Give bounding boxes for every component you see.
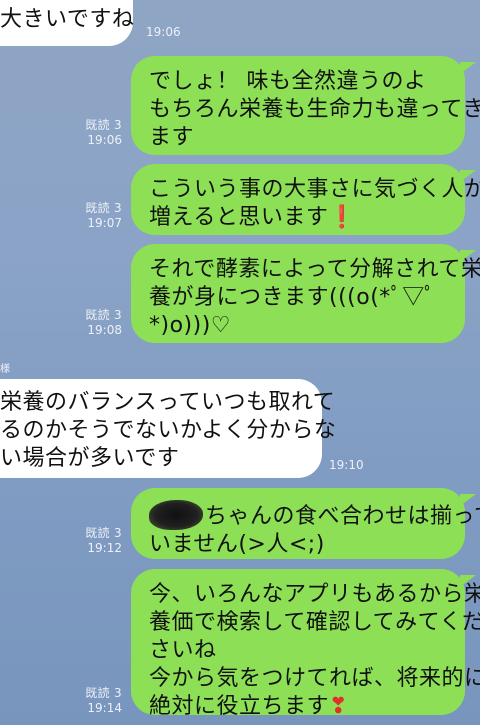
bubble-tail bbox=[460, 250, 476, 262]
read-receipt: 既読 3 bbox=[85, 118, 122, 132]
outgoing-message[interactable]: でしょ！ 味も全然違うのよ もちろん栄養も生命力も違ってき ます bbox=[131, 56, 480, 155]
exclamation-emoji-icon: ❗ bbox=[328, 205, 357, 230]
message-line: 栄養のバランスっていつも取れて bbox=[0, 390, 336, 415]
message-time: 19:10 bbox=[329, 458, 364, 472]
message-line: 絶対に役立ちます❣ bbox=[149, 694, 348, 719]
message-line: もちろん栄養も生命力も違ってき bbox=[149, 97, 480, 122]
bubble-tail bbox=[460, 62, 476, 74]
bubble-tail bbox=[460, 170, 476, 182]
message-line: こういう事の大事さに気づく人が bbox=[149, 177, 480, 202]
message-meta: 既読 3 19:12 bbox=[78, 526, 122, 556]
message-time: 19:14 bbox=[87, 701, 122, 715]
outgoing-message[interactable]: 今、いろんなアプリもあるから栄 養価で検索して確認してみてくだ さいね 今から気… bbox=[131, 569, 480, 719]
message-line: ます bbox=[149, 125, 195, 150]
redaction-scribble-icon bbox=[149, 500, 203, 530]
message-line: いません(>人<;) bbox=[149, 532, 325, 557]
incoming-message[interactable]: 大きいですね bbox=[0, 0, 135, 46]
chat-area[interactable]: 大きいですね 19:06 既読 3 19:06 でしょ！ 味も全然違うのよ もち… bbox=[0, 0, 480, 725]
message-line: るのかそうでないかよく分からな bbox=[0, 418, 337, 443]
message-line: 増えると思います❗ bbox=[149, 205, 357, 230]
message-line: 今から気をつけてれば、将来的に bbox=[149, 666, 480, 691]
bubble-tail bbox=[460, 494, 476, 506]
message-line: それで酵素によって分解されて栄 bbox=[149, 257, 480, 282]
bubble-tail bbox=[460, 575, 476, 587]
sender-name: 様 bbox=[0, 364, 10, 375]
read-receipt: 既読 3 bbox=[85, 201, 122, 215]
message-line: 今、いろんなアプリもあるから栄 bbox=[149, 582, 480, 607]
message-line: い場合が多いです bbox=[0, 446, 180, 471]
message-line: さいね bbox=[149, 638, 217, 663]
message-line: ちゃんの食べ合わせは揃って bbox=[149, 500, 480, 531]
incoming-message[interactable]: 栄養のバランスっていつも取れて るのかそうでないかよく分からな い場合が多いです bbox=[0, 379, 337, 478]
message-line: でしょ！ 味も全然違うのよ bbox=[149, 69, 427, 94]
message-line: *)o)))♡ bbox=[149, 313, 232, 338]
message-meta: 既読 3 19:14 bbox=[78, 686, 122, 716]
message-time: 19:06 bbox=[87, 133, 122, 147]
read-receipt: 既読 3 bbox=[85, 686, 122, 700]
message-meta: 既読 3 19:08 bbox=[78, 308, 122, 338]
message-line: 大きいですね bbox=[0, 7, 135, 32]
message-line: 養が身につきます(((o(*ﾟ▽ﾟ bbox=[149, 285, 436, 310]
heart-exclamation-emoji-icon: ❣ bbox=[329, 694, 348, 719]
read-receipt: 既読 3 bbox=[85, 526, 122, 540]
message-time: 19:08 bbox=[87, 323, 122, 337]
message-meta: 既読 3 19:06 bbox=[78, 118, 122, 148]
outgoing-message[interactable]: それで酵素によって分解されて栄 養が身につきます(((o(*ﾟ▽ﾟ *)o)))… bbox=[131, 244, 480, 343]
message-meta: 既読 3 19:07 bbox=[78, 201, 122, 231]
message-time: 19:06 bbox=[146, 25, 181, 39]
message-line: 養価で検索して確認してみてくだ bbox=[149, 610, 480, 635]
outgoing-message[interactable]: ちゃんの食べ合わせは揃って いません(>人<;) bbox=[131, 488, 480, 559]
outgoing-message[interactable]: こういう事の大事さに気づく人が 増えると思います❗ bbox=[131, 164, 480, 235]
read-receipt: 既読 3 bbox=[85, 308, 122, 322]
message-time: 19:07 bbox=[87, 216, 122, 230]
message-time: 19:12 bbox=[87, 541, 122, 555]
